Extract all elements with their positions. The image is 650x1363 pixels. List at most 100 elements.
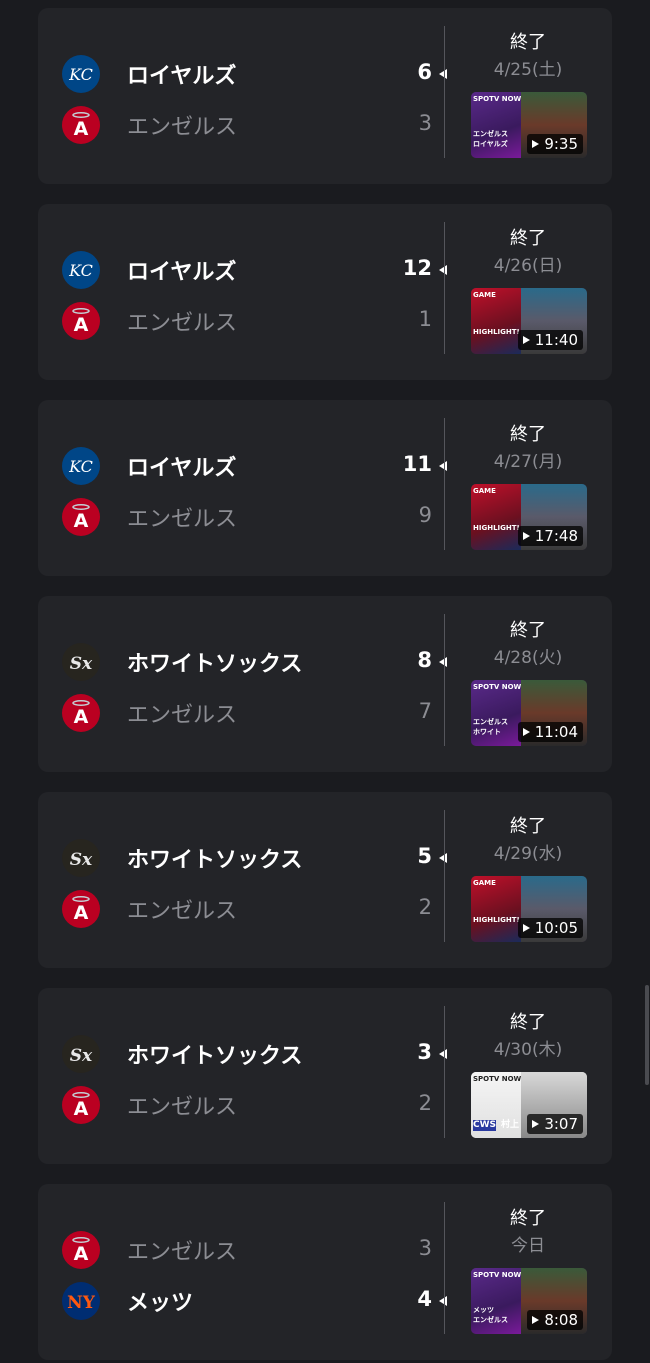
team-row: A エンゼルス 2 xyxy=(62,1085,432,1125)
kc-royals-icon: KC xyxy=(62,447,100,485)
kc-royals-icon: KC xyxy=(62,251,100,289)
thumbnail-caption: エンゼルス xyxy=(473,718,508,726)
play-icon xyxy=(532,140,540,148)
video-duration: 3:07 xyxy=(527,1114,583,1134)
game-card[interactable]: KC ロイヤルズ 6 A エンゼルス 3 終了 4/25(土) SPOTV NOW エンゼルス ロイ… xyxy=(38,8,612,184)
team-row: Sx ホワイトソックス 8 xyxy=(62,642,447,682)
game-card[interactable]: Sx ホワイトソックス 8 A エンゼルス 7 終了 4/28(火) SPOTV NOW エンゼル… xyxy=(38,596,612,772)
game-date: 4/29(水) xyxy=(493,844,563,864)
thumbnail-caption: ホワイト xyxy=(473,728,501,736)
video-thumbnail[interactable]: GAME HIGHLIGHT! 11:40 xyxy=(471,288,587,354)
game-date: 今日 xyxy=(511,1236,545,1256)
video-thumbnail[interactable]: GAME HIGHLIGHT! 10:05 xyxy=(471,876,587,942)
team-name: ホワイトソックス xyxy=(127,1044,303,1069)
la-angels-icon: A xyxy=(62,1231,100,1269)
game-date: 4/26(日) xyxy=(493,256,563,276)
game-list: KC ロイヤルズ 6 A エンゼルス 3 終了 4/25(土) SPOTV NOW エンゼルス ロイ… xyxy=(0,0,650,1363)
play-icon xyxy=(532,1120,540,1128)
team-name: エンゼルス xyxy=(127,899,238,924)
thumbnail-caption: 村上 xyxy=(501,1120,520,1130)
team-name: ロイヤルズ xyxy=(127,456,237,481)
svg-text:A: A xyxy=(74,1243,89,1265)
cws-white-sox-icon: Sx xyxy=(62,643,100,681)
play-icon xyxy=(522,728,530,736)
svg-text:A: A xyxy=(74,510,89,532)
scrollbar[interactable] xyxy=(645,985,649,1085)
team-name: エンゼルス xyxy=(127,1095,238,1120)
play-icon xyxy=(522,924,530,932)
duration-text: 10:05 xyxy=(534,919,578,937)
thumbnail-caption: SPOTV NOW xyxy=(473,1271,522,1279)
game-card[interactable]: KC ロイヤルズ 11 A エンゼルス 9 終了 4/27(月) GAME HIGHLIGHT! 1… xyxy=(38,400,612,576)
thumbnail-caption: SPOTV NOW xyxy=(473,95,522,103)
video-thumbnail[interactable]: SPOTV NOW メッツ エンゼルス 8:08 xyxy=(471,1268,587,1334)
game-card[interactable]: KC ロイヤルズ 12 A エンゼルス 1 終了 4/26(日) GAME HIGHLIGHT! 1… xyxy=(38,204,612,380)
team-name: メッツ xyxy=(127,1291,194,1316)
team-row: A エンゼルス 3 xyxy=(62,1230,432,1270)
play-icon xyxy=(522,532,530,540)
thumbnail-caption: CWS xyxy=(473,1120,497,1131)
team-row: Sx ホワイトソックス 5 xyxy=(62,838,447,878)
cws-white-sox-icon: Sx xyxy=(62,1035,100,1073)
team-score: 5 xyxy=(417,844,432,868)
video-thumbnail[interactable]: SPOTV NOW CWS 村上 3:07 xyxy=(471,1072,587,1138)
video-duration: 11:40 xyxy=(517,330,583,350)
team-score: 2 xyxy=(418,895,432,919)
thumbnail-caption: SPOTV NOW xyxy=(473,683,522,691)
game-card[interactable]: A エンゼルス 3 NY メッツ 4 終了 今日 SPOTV NOW メッツ エンゼルス 8:08 xyxy=(38,1184,612,1360)
thumbnail-caption: HIGHLIGHT! xyxy=(473,524,520,532)
thumbnail-caption: GAME xyxy=(473,291,496,299)
video-thumbnail[interactable]: SPOTV NOW エンゼルスホワイト 11:04 xyxy=(471,680,587,746)
video-thumbnail[interactable]: SPOTV NOW エンゼルス ロイヤルズ 9:35 xyxy=(471,92,587,158)
svg-text:A: A xyxy=(74,1098,89,1120)
svg-text:A: A xyxy=(74,706,89,728)
la-angels-icon: A xyxy=(62,498,100,536)
team-score: 3 xyxy=(418,111,432,135)
la-angels-icon: A xyxy=(62,106,100,144)
game-status: 終了 xyxy=(510,1208,546,1229)
game-date: 4/25(土) xyxy=(493,60,563,80)
game-status: 終了 xyxy=(510,32,546,53)
svg-text:KC: KC xyxy=(68,261,93,280)
team-score: 4 xyxy=(417,1287,432,1311)
thumbnail-caption: SPOTV NOW xyxy=(473,1075,522,1083)
svg-text:Sx: Sx xyxy=(70,654,93,674)
video-duration: 17:48 xyxy=(517,526,583,546)
svg-text:Sx: Sx xyxy=(70,1046,93,1066)
cws-white-sox-icon: Sx xyxy=(62,839,100,877)
team-row: A エンゼルス 1 xyxy=(62,301,432,341)
team-score: 12 xyxy=(402,256,432,280)
svg-text:A: A xyxy=(74,118,89,140)
game-status: 終了 xyxy=(510,816,546,837)
svg-text:KC: KC xyxy=(68,457,93,476)
game-card[interactable]: Sx ホワイトソックス 3 A エンゼルス 2 終了 4/30(木) SPOTV NOW CWS 村… xyxy=(38,988,612,1164)
duration-text: 11:04 xyxy=(534,723,578,741)
team-score: 1 xyxy=(418,307,432,331)
team-score: 2 xyxy=(418,1091,432,1115)
thumbnail-caption: GAME xyxy=(473,879,496,887)
team-score: 3 xyxy=(418,1236,432,1260)
team-name: エンゼルス xyxy=(127,311,238,336)
duration-text: 11:40 xyxy=(534,331,578,349)
thumbnail-caption: ロイヤルズ xyxy=(473,140,508,148)
thumbnail-caption: GAME xyxy=(473,487,496,495)
team-row: A エンゼルス 2 xyxy=(62,889,432,929)
video-thumbnail[interactable]: GAME HIGHLIGHT! 17:48 xyxy=(471,484,587,550)
team-score: 6 xyxy=(417,60,432,84)
game-card[interactable]: Sx ホワイトソックス 5 A エンゼルス 2 終了 4/29(水) GAME HIGHLIGHT… xyxy=(38,792,612,968)
game-status: 終了 xyxy=(510,1012,546,1033)
play-icon xyxy=(522,336,530,344)
game-date: 4/28(火) xyxy=(493,648,563,668)
la-angels-icon: A xyxy=(62,694,100,732)
team-name: ホワイトソックス xyxy=(127,652,303,677)
video-duration: 9:35 xyxy=(527,134,583,154)
la-angels-icon: A xyxy=(62,890,100,928)
thumbnail-caption: メッツ xyxy=(473,1306,494,1314)
duration-text: 3:07 xyxy=(544,1115,578,1133)
team-name: ロイヤルズ xyxy=(127,64,237,89)
video-duration: 10:05 xyxy=(517,918,583,938)
winner-indicator-icon xyxy=(439,1296,447,1306)
game-status: 終了 xyxy=(510,620,546,641)
team-row: KC ロイヤルズ 6 xyxy=(62,54,447,94)
play-icon xyxy=(532,1316,540,1324)
